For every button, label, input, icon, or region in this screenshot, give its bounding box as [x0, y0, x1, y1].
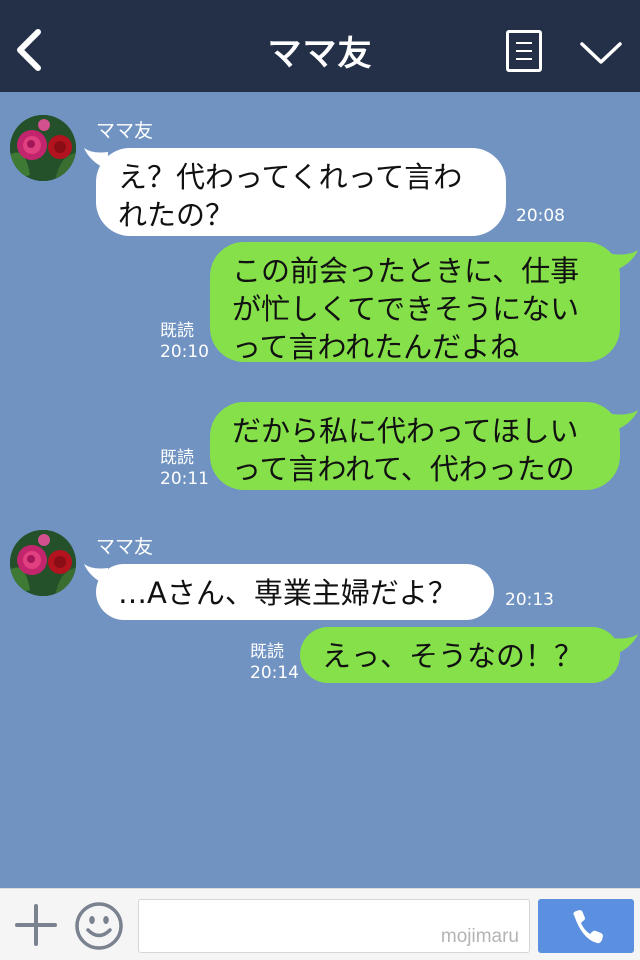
menu-button[interactable]	[506, 30, 542, 72]
phone-icon	[573, 910, 603, 944]
chevron-down-icon	[580, 42, 622, 64]
list-menu-icon	[516, 42, 532, 44]
avatar[interactable]	[10, 115, 76, 181]
read-receipt: 既読 20:11	[160, 448, 209, 489]
avatar[interactable]	[10, 530, 76, 596]
message-time: 20:08	[516, 206, 565, 226]
message-bubble[interactable]: この前会ったときに、仕事 が忙しくてできそうにない って言われたんだよね	[210, 242, 620, 364]
emoji-button[interactable]	[74, 901, 124, 951]
message-composer: mojimaru	[0, 888, 640, 960]
watermark: mojimaru	[440, 926, 519, 947]
call-button[interactable]	[538, 899, 634, 953]
chat-area[interactable]: ママ友 え？代わってくれって言わ れたの？ 20:08 既読 20:10 この前…	[0, 92, 640, 888]
chat-title: ママ友	[267, 34, 373, 74]
read-receipt: 既読 20:14	[250, 642, 299, 683]
sender-name: ママ友	[96, 120, 154, 142]
add-button[interactable]	[14, 903, 58, 947]
message-bubble[interactable]: え？代わってくれって言わ れたの？	[96, 148, 506, 236]
collapse-button[interactable]	[578, 36, 624, 68]
message-bubble[interactable]: だから私に代わってほしい って言われて、代わったの	[210, 402, 620, 490]
message-time: 20:13	[505, 590, 554, 610]
message-bubble[interactable]: …Aさん、専業主婦だよ？	[96, 564, 494, 620]
smiley-icon	[75, 902, 123, 950]
plus-icon	[15, 904, 57, 946]
message-input[interactable]: mojimaru	[138, 899, 530, 953]
chat-header: ママ友	[0, 0, 640, 92]
sender-name: ママ友	[96, 536, 154, 558]
rose-avatar-icon	[10, 115, 76, 181]
rose-avatar-icon	[10, 530, 76, 596]
message-bubble[interactable]: えっ、そうなの！？	[300, 627, 620, 683]
message-time: 20:14	[250, 663, 299, 683]
message-time: 20:10	[160, 342, 209, 362]
read-receipt: 既読 20:10	[160, 321, 209, 362]
message-time: 20:11	[160, 469, 209, 489]
